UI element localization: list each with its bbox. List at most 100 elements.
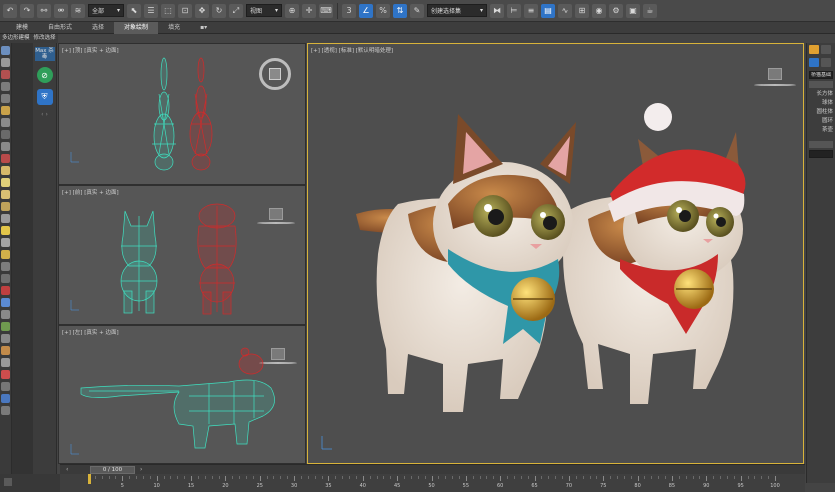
create-torus-button[interactable]: 圆环 [807, 117, 835, 126]
terrain-icon[interactable] [1, 406, 10, 415]
schematic-view-icon[interactable]: ⊞ [575, 3, 589, 18]
window-icon[interactable] [1, 358, 10, 367]
viewport-top[interactable]: [+] [顶] [真实 + 边面] [58, 43, 306, 185]
rendered-frame-icon[interactable]: ▣ [626, 3, 640, 18]
subbar-item[interactable]: 多边形建模 [2, 34, 30, 43]
create-sphere-button[interactable]: 球体 [807, 99, 835, 108]
railing-icon[interactable] [1, 370, 10, 379]
time-slider-track[interactable]: 0 / 100 ‹ › [60, 464, 805, 474]
viewport-front[interactable]: [+] [前] [真实 + 边面] [58, 185, 306, 325]
subbar-item[interactable]: 修改选择 [34, 34, 56, 43]
object-type-field[interactable]: 桥猫基础 [809, 71, 833, 79]
spline-icon[interactable] [1, 274, 10, 283]
sun-icon[interactable] [1, 226, 10, 235]
selection-filter-dropdown[interactable]: 全部 ▾ [88, 4, 124, 17]
camera-icon[interactable] [1, 118, 10, 127]
tab-modeling[interactable]: 建模 [6, 22, 38, 34]
ruler-minor-tick [520, 476, 522, 479]
stairs-icon[interactable] [1, 346, 10, 355]
pyramid-icon[interactable] [1, 214, 10, 223]
mirror-icon[interactable]: ⧓ [490, 3, 504, 18]
select-object-icon[interactable]: ⬉ [127, 3, 141, 18]
current-frame-marker[interactable] [88, 474, 91, 484]
water-icon[interactable] [1, 394, 10, 403]
geometry-category-icon[interactable] [809, 58, 819, 67]
geometry-icon[interactable] [1, 166, 10, 175]
bone-icon[interactable] [1, 310, 10, 319]
render-icon[interactable]: ☕ [643, 3, 657, 18]
create-box-button[interactable]: 长方体 [807, 90, 835, 99]
create-teapot-button[interactable]: 茶壶 [807, 126, 835, 135]
rollout-header[interactable] [809, 81, 833, 88]
bind-spacewarp-icon[interactable]: ≋ [71, 3, 85, 18]
tab-selection[interactable]: 选择 [82, 22, 114, 34]
prev-frame-icon[interactable]: ‹ [66, 466, 68, 473]
foliage-icon[interactable] [1, 322, 10, 331]
create-cylinder-button[interactable]: 圆柱体 [807, 108, 835, 117]
tab-object-paint[interactable]: 对象绘制 [114, 21, 159, 34]
snap-toggle-icon[interactable]: 3 [342, 3, 356, 18]
window-crossing-icon[interactable]: ⊡ [178, 3, 192, 18]
display-icon[interactable] [1, 94, 10, 103]
ref-coord-dropdown[interactable]: 视图 ▾ [246, 4, 282, 17]
viewport-perspective[interactable]: [+] [透视] [标准] [默认明暗处理] [307, 43, 804, 464]
tab-populate[interactable]: 填充 [158, 22, 190, 34]
shape-icon[interactable] [1, 262, 10, 271]
layer-manager-icon[interactable]: ≡ [524, 3, 538, 18]
hierarchy-icon[interactable] [1, 70, 10, 79]
maxscript-icon[interactable] [4, 478, 12, 486]
torus-icon[interactable] [1, 202, 10, 211]
ribbon-options-icon[interactable]: ▪▾ [190, 22, 217, 34]
rotate-icon[interactable]: ↻ [212, 3, 226, 18]
keyboard-shortcut-icon[interactable]: ⌨ [319, 3, 333, 18]
material-editor-icon[interactable]: ◉ [592, 3, 606, 18]
undo-icon[interactable]: ↶ [3, 3, 17, 18]
time-slider[interactable]: 0 / 100 [90, 466, 135, 474]
wall-icon[interactable] [1, 382, 10, 391]
scale-icon[interactable]: ⤢ [229, 3, 243, 18]
move-icon[interactable]: ✥ [195, 3, 209, 18]
render-setup-icon[interactable]: ⚙ [609, 3, 623, 18]
link-icon[interactable]: ⚯ [37, 3, 51, 18]
spinner-snap-icon[interactable]: ⇅ [393, 3, 407, 18]
align-icon[interactable]: ⊨ [507, 3, 521, 18]
shapes-category-icon[interactable] [821, 58, 831, 67]
cylinder-icon[interactable] [1, 190, 10, 199]
redo-icon[interactable]: ↷ [20, 3, 34, 18]
collapse-arrows-icon[interactable]: ‹ › [41, 111, 48, 118]
door-icon[interactable] [1, 334, 10, 343]
next-frame-icon[interactable]: › [140, 466, 142, 473]
select-by-name-icon[interactable]: ☰ [144, 3, 158, 18]
select-manipulate-icon[interactable]: ✛ [302, 3, 316, 18]
scene-explorer-icon[interactable]: ▤ [541, 3, 555, 18]
angle-snap-icon[interactable]: ∠ [359, 3, 373, 18]
utilities-icon[interactable] [1, 106, 10, 115]
modify-panel-icon[interactable] [821, 45, 831, 54]
sun-icon[interactable] [809, 45, 819, 54]
name-field[interactable] [809, 150, 833, 158]
rect-region-icon[interactable]: ⬚ [161, 3, 175, 18]
particle-icon[interactable] [1, 298, 10, 307]
rollout-header[interactable] [809, 141, 833, 148]
create-icon[interactable] [1, 46, 10, 55]
text-shape-icon[interactable] [1, 286, 10, 295]
motion-icon[interactable] [1, 82, 10, 91]
tab-freeform[interactable]: 自由形式 [38, 22, 82, 34]
modify-icon[interactable] [1, 58, 10, 67]
scan-icon[interactable]: ⊘ [36, 67, 53, 83]
light-icon[interactable] [1, 130, 10, 139]
teapot-icon[interactable] [1, 250, 10, 259]
shield-icon[interactable]: ⛨ [36, 89, 53, 105]
pivot-center-icon[interactable]: ⊕ [285, 3, 299, 18]
curve-editor-icon[interactable]: ∿ [558, 3, 572, 18]
frame-ruler[interactable]: 5 10 15 20 25 30 35 40 45 50 55 60 65 70 75 80 85 90 95 100 [60, 474, 805, 492]
plane-icon[interactable] [1, 238, 10, 247]
edit-named-selection-icon[interactable]: ✎ [410, 3, 424, 18]
unlink-icon[interactable]: ⚮ [54, 3, 68, 18]
spacewarp-icon[interactable] [1, 154, 10, 163]
helper-icon[interactable] [1, 142, 10, 151]
sphere-icon[interactable] [1, 178, 10, 187]
percent-snap-icon[interactable]: % [376, 3, 390, 18]
viewport-left[interactable]: [+] [左] [真实 + 边面] [58, 325, 306, 464]
named-selection-dropdown[interactable]: 创建选择集 ▾ [427, 4, 487, 17]
